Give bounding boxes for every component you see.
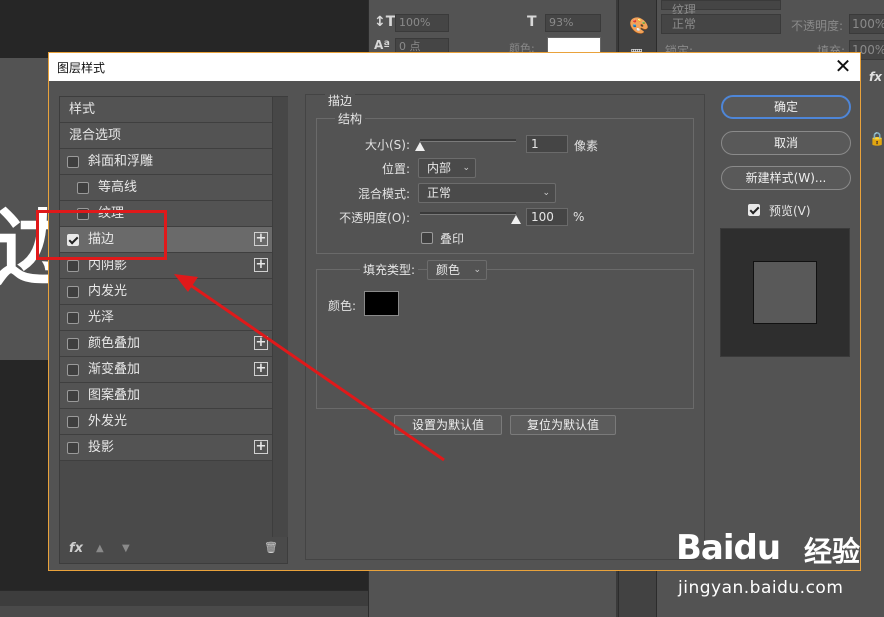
annotation-arrow (174, 274, 445, 462)
arrow-shaft (185, 280, 445, 462)
baidu-logo-text: Baidu (676, 528, 781, 568)
baidu-logo: Baidu (676, 528, 781, 568)
baidu-jingyan-watermark: Baidu 经验 jingyan.baidu.com (676, 528, 876, 602)
watermark-url: jingyan.baidu.com (678, 578, 844, 598)
jingyan-logo-text: 经验 (804, 535, 861, 568)
